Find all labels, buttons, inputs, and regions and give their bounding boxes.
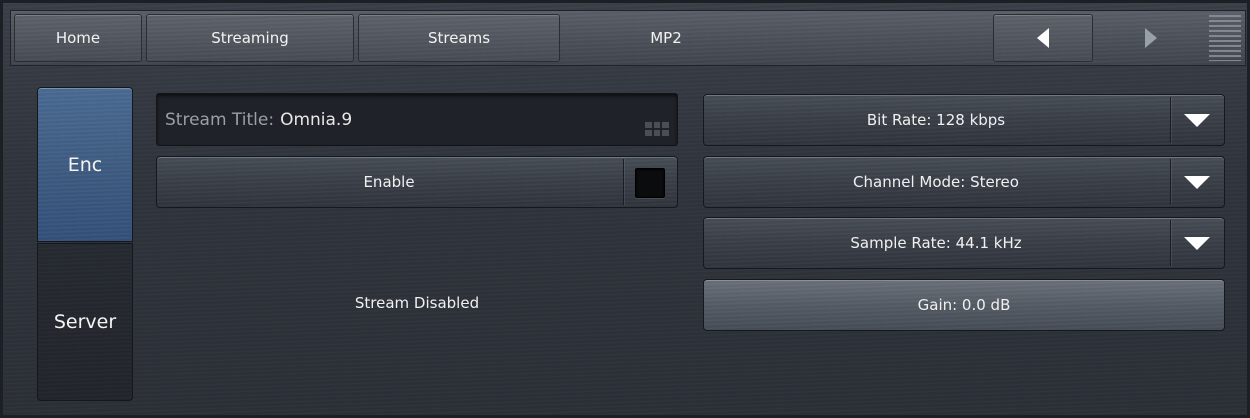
nav-streaming-button[interactable]: Streaming <box>146 14 354 62</box>
divider <box>1170 220 1171 266</box>
nav-home-button[interactable]: Home <box>14 14 142 62</box>
channel-mode-label: Channel Mode: Stereo <box>853 173 1019 191</box>
divider <box>1170 159 1171 205</box>
nav-streams-button[interactable]: Streams <box>358 14 560 62</box>
dropdown-arrow-icon <box>1184 237 1210 250</box>
dropdown-arrow-icon <box>1184 176 1210 189</box>
arrow-right-icon <box>1145 28 1157 48</box>
bit-rate-label: Bit Rate: 128 kbps <box>866 111 1006 129</box>
nav-next-button[interactable] <box>1101 14 1201 62</box>
sample-rate-dropdown[interactable]: Sample Rate: 44.1 kHz <box>703 217 1225 269</box>
nav-prev-button[interactable] <box>993 14 1093 62</box>
sample-rate-label: Sample Rate: 44.1 kHz <box>850 234 1022 252</box>
bit-rate-dropdown[interactable]: Bit Rate: 128 kbps <box>703 94 1225 146</box>
arrow-left-icon <box>1037 28 1049 48</box>
stream-status: Stream Disabled <box>354 294 480 312</box>
enable-button[interactable]: Enable <box>156 156 678 208</box>
keyboard-icon[interactable] <box>645 122 669 136</box>
divider <box>1170 97 1171 143</box>
channel-mode-dropdown[interactable]: Channel Mode: Stereo <box>703 156 1225 208</box>
enable-checkbox[interactable] <box>635 168 665 198</box>
top-nav-bar: Home Streaming Streams MP2 <box>10 10 1246 66</box>
stream-title-label: Stream Title: <box>165 109 275 130</box>
app-window: Home Streaming Streams MP2 Enc Server St… <box>0 0 1250 418</box>
stream-title-value: Omnia.9 <box>280 109 353 130</box>
tab-server[interactable]: Server <box>37 243 133 401</box>
divider <box>623 159 624 205</box>
nav-current-page: MP2 <box>650 29 682 47</box>
enable-label: Enable <box>363 173 415 191</box>
menu-icon[interactable] <box>1209 15 1241 61</box>
tab-enc[interactable]: Enc <box>37 87 133 242</box>
dropdown-arrow-icon <box>1184 114 1210 127</box>
gain-button[interactable]: Gain: 0.0 dB <box>703 279 1225 331</box>
stream-title-field[interactable]: Stream Title: Omnia.9 <box>156 93 678 146</box>
